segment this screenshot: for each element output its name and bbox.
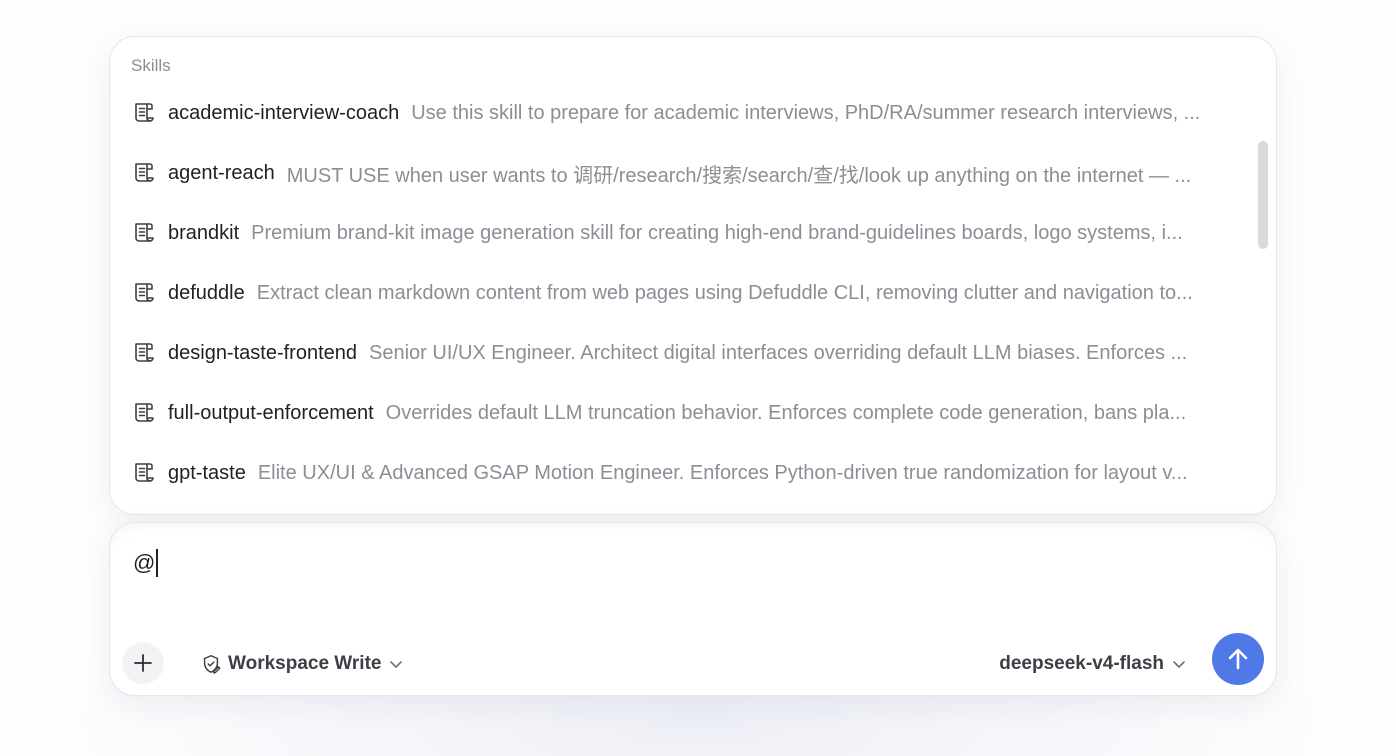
skill-name: agent-reach bbox=[168, 161, 275, 184]
skill-name: gpt-taste bbox=[168, 461, 246, 484]
skill-description: Senior UI/UX Engineer. Architect digital… bbox=[369, 341, 1188, 364]
skill-item[interactable]: defuddle Extract clean markdown content … bbox=[110, 263, 1258, 323]
skill-description: Overrides default LLM truncation behavio… bbox=[385, 401, 1187, 424]
message-input[interactable]: @ bbox=[133, 549, 158, 577]
skill-name: design-taste-frontend bbox=[168, 341, 358, 364]
chevron-down-icon bbox=[1173, 661, 1185, 668]
message-input-text: @ bbox=[133, 550, 156, 575]
chevron-down-icon bbox=[390, 661, 403, 668]
skill-item[interactable]: brandkit Premium brand-kit image generat… bbox=[110, 203, 1258, 263]
workspace-mode-label: Workspace Write bbox=[228, 653, 382, 674]
skill-item[interactable]: design-taste-frontend Senior UI/UX Engin… bbox=[110, 323, 1258, 383]
skill-item[interactable]: agent-reach MUST USE when user wants to … bbox=[110, 143, 1258, 203]
skill-description: Use this skill to prepare for academic i… bbox=[411, 101, 1201, 124]
model-label: deepseek-v4-flash bbox=[999, 653, 1164, 674]
scroll-icon bbox=[135, 342, 154, 362]
skill-name: defuddle bbox=[168, 281, 245, 304]
skill-description: Premium brand-kit image generation skill… bbox=[251, 221, 1183, 244]
scroll-icon bbox=[135, 462, 154, 482]
scroll-icon bbox=[135, 222, 154, 242]
skill-item[interactable]: academic-interview-coach Use this skill … bbox=[110, 83, 1258, 143]
skill-name: academic-interview-coach bbox=[168, 101, 400, 124]
plus-icon bbox=[134, 654, 152, 672]
scroll-icon bbox=[135, 102, 154, 122]
model-select[interactable]: deepseek-v4-flash bbox=[999, 651, 1186, 677]
workspace-mode-select[interactable]: Workspace Write bbox=[200, 651, 403, 677]
skills-list: academic-interview-coach Use this skill … bbox=[110, 83, 1258, 513]
text-caret bbox=[156, 549, 158, 577]
arrow-up-icon bbox=[1228, 648, 1248, 670]
skill-name: brandkit bbox=[168, 221, 240, 244]
skill-description: MUST USE when user wants to 调研/research/… bbox=[286, 164, 1192, 187]
scroll-icon bbox=[135, 402, 154, 422]
skill-item[interactable]: gpt-taste Elite UX/UI & Advanced GSAP Mo… bbox=[110, 443, 1258, 503]
skills-heading: Skills bbox=[131, 56, 171, 75]
add-button[interactable] bbox=[122, 642, 164, 684]
skills-panel: Skills academic-interview-coach Use this… bbox=[109, 36, 1277, 515]
skill-description: Extract clean markdown content from web … bbox=[256, 281, 1193, 304]
skill-item[interactable]: full-output-enforcement Overrides defaul… bbox=[110, 383, 1258, 443]
page: Skills academic-interview-coach Use this… bbox=[0, 0, 1396, 756]
send-button[interactable] bbox=[1212, 633, 1264, 685]
composer: @ Workspace Write deepseek-v4-flash bbox=[109, 522, 1277, 696]
scroll-icon bbox=[135, 162, 154, 182]
skills-scrollbar[interactable] bbox=[1258, 141, 1268, 249]
scrollbar-thumb[interactable] bbox=[1258, 141, 1268, 249]
skill-name: full-output-enforcement bbox=[168, 401, 374, 424]
shield-edit-icon bbox=[203, 655, 221, 674]
skill-description: Elite UX/UI & Advanced GSAP Motion Engin… bbox=[257, 461, 1188, 484]
scroll-icon bbox=[135, 282, 154, 302]
